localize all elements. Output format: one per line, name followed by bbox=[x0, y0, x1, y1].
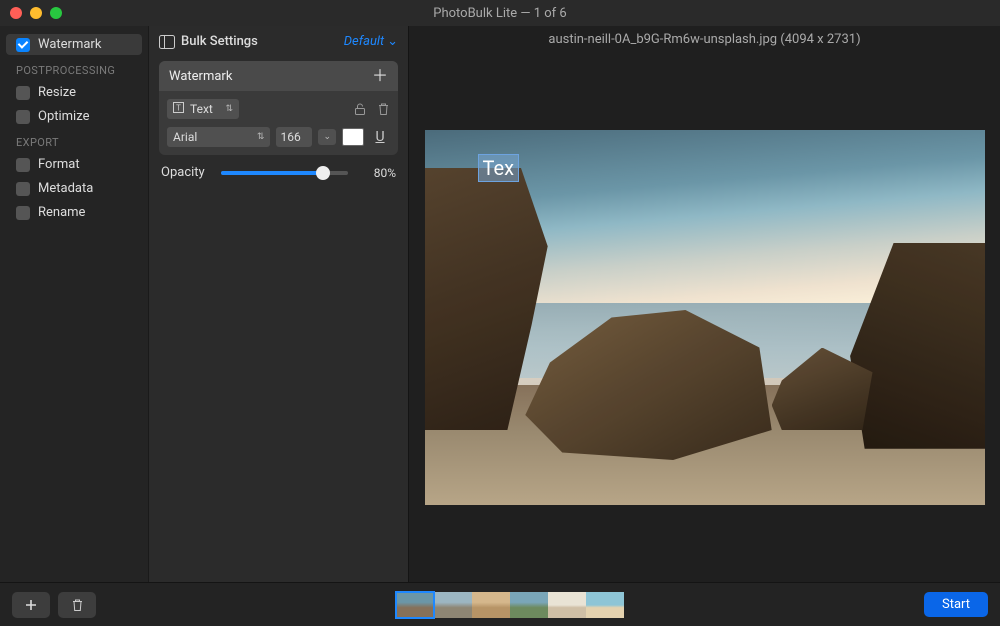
add-image-button[interactable] bbox=[12, 592, 50, 618]
thumbnail[interactable] bbox=[586, 592, 624, 618]
sidebar-section-postprocessing: POSTPROCESSING bbox=[6, 58, 142, 79]
settings-title: Bulk Settings bbox=[181, 34, 258, 49]
font-size-stepper[interactable]: ⌄ bbox=[318, 129, 336, 145]
sidebar-item-metadata[interactable]: Metadata bbox=[6, 178, 142, 199]
sidebar-item-watermark[interactable]: Watermark bbox=[6, 34, 142, 55]
thumbnail[interactable] bbox=[396, 592, 434, 618]
font-size-input[interactable]: 166 bbox=[276, 127, 312, 147]
close-window-button[interactable] bbox=[10, 7, 22, 19]
start-button[interactable]: Start bbox=[924, 592, 988, 617]
sidebar-item-label: Metadata bbox=[38, 181, 93, 196]
font-select[interactable]: Arial ⇅ bbox=[167, 127, 270, 147]
sidebar-item-rename[interactable]: Rename bbox=[6, 202, 142, 223]
watermark-panel: Watermark ＋ T Text ⇅ bbox=[159, 61, 398, 155]
opacity-label: Opacity bbox=[161, 165, 211, 180]
trash-icon[interactable] bbox=[377, 102, 390, 116]
sidebar-item-format[interactable]: Format bbox=[6, 154, 142, 175]
sidebar-item-resize[interactable]: Resize bbox=[6, 82, 142, 103]
preset-dropdown[interactable]: Default ⌄ bbox=[344, 34, 398, 49]
sidebar-item-optimize[interactable]: Optimize bbox=[6, 106, 142, 127]
layout-icon bbox=[159, 35, 175, 49]
thumbnail[interactable] bbox=[472, 592, 510, 618]
preset-label: Default bbox=[344, 34, 384, 49]
lock-icon[interactable] bbox=[353, 102, 367, 116]
chevron-updown-icon: ⇅ bbox=[257, 132, 265, 142]
watermark-type-select[interactable]: T Text ⇅ bbox=[167, 99, 239, 119]
thumbnail[interactable] bbox=[548, 592, 586, 618]
preview-area: austin-neill-0A_b9G-Rm6w-unsplash.jpg (4… bbox=[408, 26, 1000, 582]
watermark-overlay[interactable]: Tex bbox=[478, 154, 520, 182]
chevron-down-icon: ⌄ bbox=[387, 34, 398, 49]
opacity-value: 80% bbox=[358, 166, 396, 180]
zoom-window-button[interactable] bbox=[50, 7, 62, 19]
chevron-updown-icon: ⇅ bbox=[225, 104, 233, 114]
optimize-checkbox[interactable] bbox=[16, 110, 30, 124]
thumbnail-strip bbox=[396, 592, 624, 618]
sidebar-item-label: Watermark bbox=[38, 37, 101, 52]
font-value: Arial bbox=[173, 130, 197, 144]
metadata-checkbox[interactable] bbox=[16, 182, 30, 196]
svg-text:T: T bbox=[176, 104, 181, 113]
color-picker[interactable] bbox=[342, 128, 364, 146]
text-type-icon: T bbox=[173, 102, 184, 116]
resize-checkbox[interactable] bbox=[16, 86, 30, 100]
settings-panel: Bulk Settings Default ⌄ Watermark ＋ bbox=[148, 26, 408, 582]
preview-image[interactable]: Tex bbox=[425, 130, 985, 505]
type-value: Text bbox=[190, 102, 213, 116]
delete-image-button[interactable] bbox=[58, 592, 96, 618]
watermark-checkbox[interactable] bbox=[16, 38, 30, 52]
preview-filename: austin-neill-0A_b9G-Rm6w-unsplash.jpg (4… bbox=[409, 26, 1000, 53]
window-title: PhotoBulk Lite — 1 of 6 bbox=[0, 6, 1000, 21]
sidebar-item-label: Optimize bbox=[38, 109, 89, 124]
minimize-window-button[interactable] bbox=[30, 7, 42, 19]
titlebar: PhotoBulk Lite — 1 of 6 bbox=[0, 0, 1000, 26]
opacity-slider[interactable] bbox=[221, 171, 348, 175]
format-checkbox[interactable] bbox=[16, 158, 30, 172]
thumbnail[interactable] bbox=[510, 592, 548, 618]
sidebar-item-label: Resize bbox=[38, 85, 76, 100]
thumbnail[interactable] bbox=[434, 592, 472, 618]
footer: Start bbox=[0, 582, 1000, 626]
sidebar-item-label: Rename bbox=[38, 205, 85, 220]
watermark-panel-title: Watermark bbox=[169, 69, 232, 84]
sidebar: Watermark POSTPROCESSING Resize Optimize… bbox=[0, 26, 148, 582]
sidebar-section-export: EXPORT bbox=[6, 130, 142, 151]
add-watermark-button[interactable]: ＋ bbox=[372, 68, 388, 84]
sidebar-item-label: Format bbox=[38, 157, 80, 172]
rename-checkbox[interactable] bbox=[16, 206, 30, 220]
underline-button[interactable]: U bbox=[370, 129, 390, 145]
